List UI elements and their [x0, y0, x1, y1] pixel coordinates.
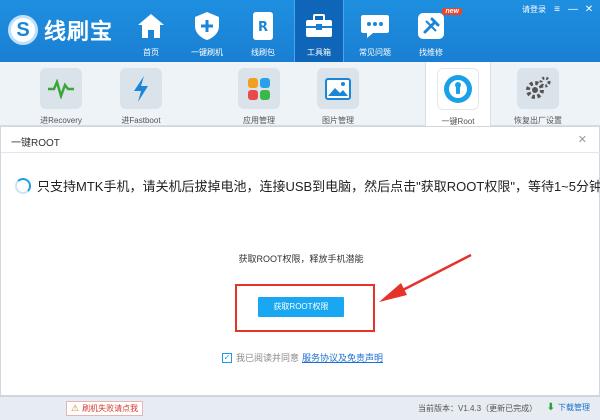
tool-root[interactable]: 一键Root	[425, 62, 491, 127]
app-name: 线刷宝	[44, 19, 114, 44]
dialog-title: 一键ROOT	[11, 138, 60, 149]
dialog-close-icon[interactable]: ✕	[578, 133, 587, 146]
nav-item-repair[interactable]: 找维修 new	[406, 0, 462, 62]
help-label: 刷机失败请点我	[82, 404, 139, 413]
agree-text: 我已阅读并同意	[236, 353, 300, 363]
login-link[interactable]: 请登录	[522, 4, 546, 15]
gear-icon	[517, 68, 559, 109]
download-manager-link[interactable]: ⬇ 下载管理	[547, 402, 590, 413]
toolbox-icon	[303, 10, 335, 42]
logo-icon: S	[8, 15, 38, 45]
tool-label: 恢复出厂设置	[514, 116, 562, 125]
download-label: 下载管理	[558, 403, 590, 412]
nav-item-toolbox[interactable]: 工具箱	[294, 0, 344, 62]
nav-label: 找维修	[419, 48, 443, 57]
instruction-text: 只支持MTK手机，请关机后拔掉电池，连接USB到电脑，然后点击"获取ROOT权限…	[37, 179, 600, 194]
tool-label: 进Fastboot	[121, 116, 161, 125]
terms-link[interactable]: 服务协议及免责声明	[302, 351, 383, 364]
root-subtitle: 获取ROOT权限，释放手机潜能	[238, 254, 364, 264]
new-badge: new	[442, 8, 462, 15]
instruction-notice: 只支持MTK手机，请关机后拔掉电池，连接USB到电脑，然后点击"获取ROOT权限…	[15, 176, 600, 195]
nav-label: 一键刷机	[191, 48, 223, 57]
nav-label: 首页	[143, 48, 159, 57]
fastboot-icon	[120, 68, 162, 109]
recovery-icon	[40, 68, 82, 109]
nav-item-faq[interactable]: 常见问题	[350, 0, 400, 62]
nav-item-flash[interactable]: 一键刷机	[182, 0, 232, 62]
warning-icon: ⚠	[71, 403, 80, 413]
home-icon	[135, 10, 167, 42]
version-text: 当前版本：V1.4.3（更新已完成）	[418, 404, 538, 413]
nav-item-packages[interactable]: R 线刷包	[238, 0, 288, 62]
root-icon	[437, 68, 479, 110]
chat-icon	[359, 10, 391, 42]
get-root-button[interactable]: 获取ROOT权限	[258, 297, 344, 317]
agree-checkbox[interactable]: ✓	[222, 352, 232, 363]
shield-plus-icon	[191, 10, 223, 42]
image-icon	[317, 68, 359, 109]
nav-item-home[interactable]: 首页	[126, 0, 176, 62]
flash-failed-help-button[interactable]: ⚠ 刷机失败请点我	[66, 401, 144, 416]
tool-factory-reset[interactable]: 恢复出厂设置	[505, 62, 571, 126]
tool-images[interactable]: 图片管理	[305, 62, 371, 126]
nav-label: 线刷包	[251, 48, 275, 57]
status-bar: ⚠ 刷机失败请点我 当前版本：V1.4.3（更新已完成） ⬇ 下载管理	[0, 396, 600, 420]
app-grid-icon	[238, 68, 280, 109]
tool-label: 图片管理	[322, 116, 354, 125]
loading-spinner-icon	[15, 177, 31, 194]
toolbox-toolbar: 进Recovery 进Fastboot 应用管理 图片管理 一键Root 恢复出…	[0, 62, 600, 127]
close-icon[interactable]: ✕	[584, 4, 594, 15]
tool-apps[interactable]: 应用管理	[226, 62, 292, 126]
package-icon: R	[247, 10, 279, 42]
download-icon: ⬇	[546, 402, 555, 413]
svg-text:R: R	[258, 20, 268, 35]
app-logo: S 线刷宝	[8, 14, 113, 46]
nav-label: 工具箱	[307, 48, 331, 57]
window-controls: 请登录 ≡ — ✕	[522, 4, 594, 15]
root-dialog: 一键ROOT ✕ 只支持MTK手机，请关机后拔掉电池，连接USB到电脑，然后点击…	[0, 126, 600, 396]
nav-label: 常见问题	[359, 48, 391, 57]
agreement-row: ✓ 我已阅读并同意 服务协议及免责声明	[222, 351, 383, 364]
tool-recovery[interactable]: 进Recovery	[28, 62, 94, 126]
red-arrow-annotation	[379, 253, 472, 302]
tool-label: 应用管理	[243, 116, 275, 125]
tool-fastboot[interactable]: 进Fastboot	[108, 62, 174, 126]
minimize-icon[interactable]: —	[568, 4, 578, 15]
app-header: S 线刷宝 首页 一键刷机 R 线刷包 工具箱 常见问题 找维修 new 请登录…	[0, 0, 600, 62]
tool-label: 进Recovery	[40, 116, 82, 125]
main-nav: 首页 一键刷机 R 线刷包 工具箱 常见问题 找维修 new	[126, 0, 462, 62]
divider	[1, 152, 600, 153]
menu-icon[interactable]: ≡	[552, 4, 562, 15]
